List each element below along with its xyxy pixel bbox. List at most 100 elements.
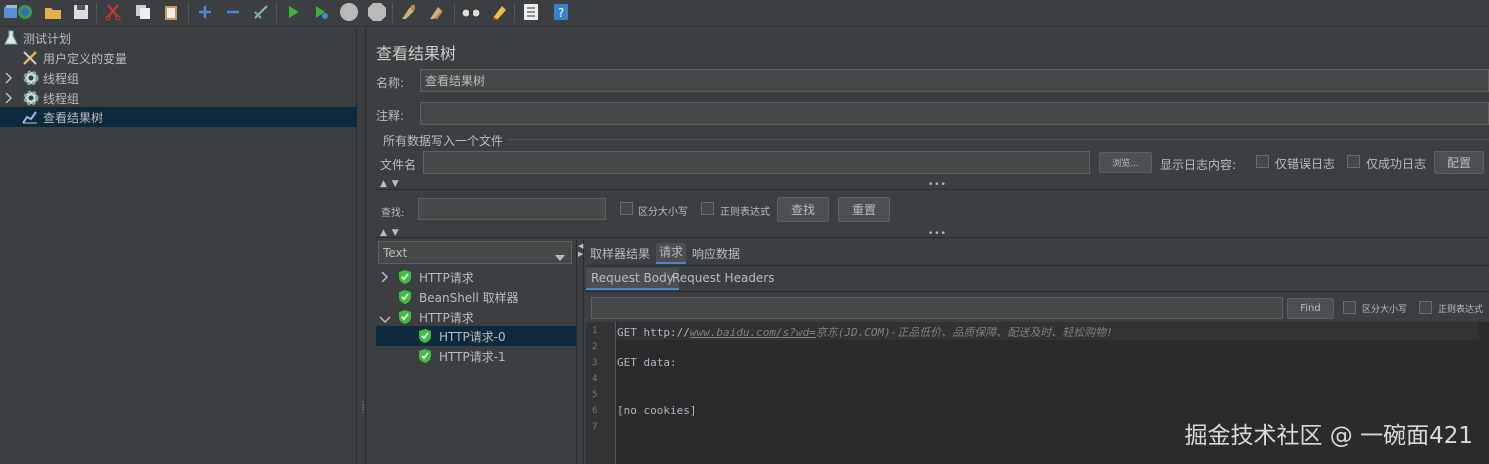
code-line: GET data:: [617, 356, 677, 369]
open-icon[interactable]: [14, 1, 36, 23]
reset-search-icon[interactable]: [488, 1, 510, 23]
chevron-right-icon[interactable]: [5, 72, 13, 87]
stop-icon[interactable]: [338, 1, 360, 23]
svg-text:?: ?: [558, 6, 564, 20]
wrench-icon: [22, 50, 38, 69]
result-item-http-2-1[interactable]: HTTP请求-1: [376, 346, 576, 366]
result-label: BeanShell 取样器: [419, 290, 519, 305]
result-label: HTTP请求-0: [439, 329, 506, 344]
results-tree: HTTP请求 BeanShell 取样器 HTTP请求 HTTP请求-0 HTT…: [376, 264, 576, 464]
chevron-right-icon[interactable]: [381, 271, 389, 286]
renderer-selected: Text: [383, 245, 408, 260]
tree-item-user-vars[interactable]: 用户定义的变量: [0, 48, 357, 68]
write-all-label: 所有数据写入一个文件: [383, 134, 504, 148]
tab-request-headers[interactable]: Request Headers: [672, 271, 775, 285]
line-number: 1: [592, 326, 598, 336]
result-item-http-2-0[interactable]: HTTP请求-0: [376, 326, 576, 346]
tab-request[interactable]: 请求: [656, 243, 687, 264]
configure-button[interactable]: 配置: [1434, 151, 1484, 174]
search-label: 查找:: [381, 208, 405, 219]
filename-field[interactable]: [423, 151, 1090, 174]
tab-sampler-result[interactable]: 取样器结果: [590, 245, 650, 262]
comment-field[interactable]: [420, 102, 1489, 125]
errors-only-checkbox[interactable]: [1256, 155, 1269, 168]
tree-item-view-results-tree[interactable]: 查看结果树: [0, 107, 357, 127]
help-icon[interactable]: ?: [550, 1, 572, 23]
code-line: [no cookies]: [617, 404, 697, 417]
case-sensitive-checkbox[interactable]: [620, 202, 633, 215]
line-number: 4: [592, 374, 598, 384]
watermark: 掘金技术社区 @ 一碗面421: [1184, 423, 1473, 449]
expand-icon[interactable]: [194, 1, 216, 23]
tab-response-data[interactable]: 响应数据: [692, 245, 740, 262]
name-value: 查看结果树: [425, 74, 486, 88]
tree-item-label: 线程组: [43, 71, 80, 86]
comment-label: 注释:: [376, 109, 405, 123]
find-button[interactable]: 查找: [777, 197, 829, 222]
line-number: 2: [592, 342, 598, 352]
name-label: 名称:: [376, 76, 405, 90]
chart-icon: [22, 110, 38, 127]
line-number: 5: [592, 390, 598, 400]
line-number: 3: [592, 358, 598, 368]
body-regex-label: 正则表达式: [1438, 305, 1484, 315]
success-only-checkbox[interactable]: [1347, 155, 1360, 168]
code-line: GET http://www.baidu.com/s?wd=京东(JD.COM)…: [617, 324, 1113, 340]
results-splitter[interactable]: ◀ ▶: [576, 240, 584, 464]
filename-label: 文件名: [380, 158, 417, 172]
copy-icon[interactable]: [132, 1, 154, 23]
search-input[interactable]: [418, 198, 606, 220]
tree-item-thread-group-1[interactable]: 线程组: [0, 68, 357, 88]
tree-item-thread-group-2[interactable]: 线程组: [0, 88, 357, 108]
tree-item-test-plan[interactable]: 测试计划: [0, 28, 357, 48]
success-shield-icon: [418, 328, 432, 347]
collapse-arrows[interactable]: ▲ ▼: [380, 179, 400, 189]
chevron-down-icon[interactable]: [379, 313, 391, 327]
success-shield-icon: [398, 269, 412, 288]
regex-label: 正则表达式: [720, 207, 770, 218]
toolbar: ?: [0, 0, 1489, 27]
body-find-button[interactable]: Find: [1287, 298, 1334, 319]
shutdown-icon[interactable]: [366, 1, 388, 23]
search-icon[interactable]: [460, 1, 482, 23]
main-splitter[interactable]: ⋮ ⋮: [357, 28, 367, 464]
toggle-icon[interactable]: [250, 1, 272, 23]
tree-item-label: 查看结果树: [43, 110, 104, 125]
folder-icon[interactable]: [42, 1, 64, 23]
tab-request-body[interactable]: Request Body: [586, 268, 679, 290]
browse-button[interactable]: 浏览...: [1099, 152, 1152, 173]
code-text: GET http://: [617, 326, 690, 339]
result-item-http-1[interactable]: HTTP请求: [376, 267, 576, 287]
clear-icon[interactable]: [398, 1, 420, 23]
result-label: HTTP请求: [419, 270, 474, 285]
save-icon[interactable]: [70, 1, 92, 23]
result-label: HTTP请求-1: [439, 349, 506, 364]
start-icon[interactable]: [282, 1, 304, 23]
result-item-http-2[interactable]: HTTP请求: [376, 307, 576, 327]
body-search-input[interactable]: [591, 297, 1283, 319]
renderer-select[interactable]: Text: [378, 241, 572, 264]
code-url: www.baidu.com/s?wd=: [689, 326, 816, 339]
collapse-icon[interactable]: [222, 1, 244, 23]
line-number: 7: [592, 422, 598, 432]
regex-checkbox[interactable]: [701, 202, 714, 215]
reset-button[interactable]: 重置: [838, 197, 890, 222]
name-field[interactable]: 查看结果树: [420, 69, 1489, 92]
result-label: HTTP请求: [419, 310, 474, 325]
body-case-sensitive-checkbox[interactable]: [1343, 301, 1356, 314]
result-item-beanshell[interactable]: BeanShell 取样器: [376, 287, 576, 307]
log-content-label: 显示日志内容:: [1160, 158, 1237, 172]
tree-item-label: 测试计划: [23, 31, 72, 46]
function-helper-icon[interactable]: [520, 1, 542, 23]
gear-icon: [22, 69, 40, 90]
start-no-pause-icon[interactable]: [310, 1, 332, 23]
body-regex-checkbox[interactable]: [1419, 301, 1432, 314]
chevron-right-icon[interactable]: [5, 92, 13, 107]
tree-item-label: 线程组: [43, 91, 80, 106]
clear-all-icon[interactable]: [426, 1, 448, 23]
paste-icon[interactable]: [160, 1, 182, 23]
flask-icon: [4, 30, 18, 49]
line-number: 6: [592, 406, 598, 416]
cut-icon[interactable]: [102, 1, 124, 23]
panel-title: 查看结果树: [376, 44, 457, 63]
